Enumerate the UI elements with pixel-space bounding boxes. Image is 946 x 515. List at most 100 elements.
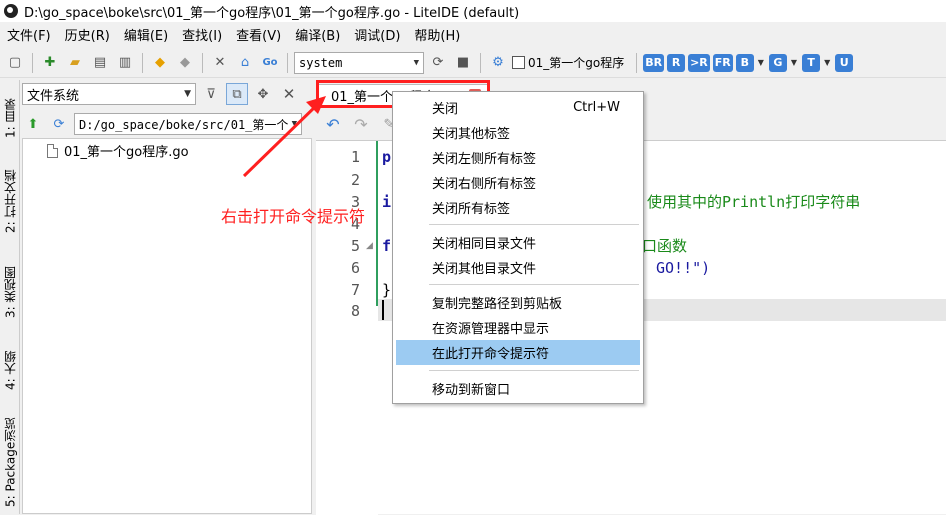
get-button[interactable]: G [768,53,787,72]
menu-item-label: 关闭相同目录文件 [432,237,537,252]
fold-marker-icon[interactable]: ◢ [366,241,373,251]
file-run-button[interactable]: FR [712,53,733,72]
menu-item-shortcut: Ctrl+W [573,100,620,115]
menu-separator [429,370,639,371]
view-mode-select[interactable]: 文件系统 ▼ [22,83,196,105]
dock-tab-open-docs[interactable]: 2: 打开文档 [1,160,19,242]
golang-icon[interactable]: Go [259,52,281,74]
menu-item-label: 关闭所有标签 [432,202,511,217]
file-tree: 01_第一个go程序.go [22,138,312,514]
redo-icon[interactable]: ↷ [350,113,372,135]
menu-item-move-to-new-window[interactable]: 移动到新窗口 [396,376,640,401]
menu-separator [429,284,639,285]
menu-item-close-left[interactable]: 关闭左侧所有标签 [396,145,640,170]
refresh-icon[interactable]: ⟳ [48,113,70,135]
menu-build[interactable]: 编译(B) [288,25,347,44]
menu-item-open-command-prompt[interactable]: 在此打开命令提示符 [396,340,640,365]
code-comment-5: 口函数 [642,237,688,255]
tree-item[interactable]: 01_第一个go程序.go [47,141,189,160]
forward-icon[interactable]: ◆ [174,52,196,74]
code-line-6: GO!!") [656,259,711,277]
menu-item-close-right[interactable]: 关闭右侧所有标签 [396,170,640,195]
window-title: D:\go_space\boke\src\01_第一个go程序\01_第一个go… [24,5,520,21]
code-comment-3: ，使用其中的Println打印字符串 [632,193,861,211]
chevron-down-icon[interactable]: ▼ [758,58,764,67]
build-button[interactable]: B [735,53,754,72]
menu-view[interactable]: 查看(V) [229,25,288,44]
menu-item-close-other-dir[interactable]: 关闭其他目录文件 [396,255,640,280]
menu-item-close[interactable]: 关闭 Ctrl+W [396,95,640,120]
file-panel-header: 文件系统 ▼ ⊽ ⧉ ✥ ✕ [22,82,314,106]
menu-debug[interactable]: 调试(D) [347,25,407,44]
toolbar-divider [636,52,638,73]
gear-icon[interactable]: ⚙ [487,52,509,74]
target-checkbox[interactable] [512,56,525,69]
main-toolbar: ▢ ✚ ▰ ▤ ▥ ◆ ◆ ✕ ⌂ Go system ▼ ⟳ ■ ⚙ 01_第… [0,48,946,78]
dock-tab-package-browser[interactable]: 5: Package浏览 [1,410,19,514]
menu-item-close-others[interactable]: 关闭其他标签 [396,120,640,145]
move-icon[interactable]: ✥ [252,83,274,105]
menu-file[interactable]: 文件(F) [0,25,58,44]
menu-item-label: 关闭右侧所有标签 [432,177,537,192]
menu-item-close-all[interactable]: 关闭所有标签 [396,195,640,220]
path-row: ⬆ ⟳ D:/go_space/boke/src/01_第一个 ▼ [22,112,314,136]
menu-help[interactable]: 帮助(H) [407,25,467,44]
back-icon[interactable]: ◆ [149,52,171,74]
run-button[interactable]: R [667,53,686,72]
line-number: 7 [350,281,360,299]
chevron-down-icon[interactable]: ▼ [824,58,830,67]
tools-icon[interactable]: ✕ [209,52,231,74]
menu-item-copy-path[interactable]: 复制完整路径到剪贴板 [396,290,640,315]
view-mode-value: 文件系统 [27,88,80,104]
code-line-1: p [382,148,392,166]
menu-edit[interactable]: 编辑(E) [117,25,175,44]
toolbar-divider [32,52,33,73]
path-value: D:/go_space/boke/src/01_第一个 [79,117,289,132]
path-select[interactable]: D:/go_space/boke/src/01_第一个 ▼ [74,113,302,135]
environment-value: system [299,55,343,70]
menu-find[interactable]: 查找(I) [175,25,229,44]
up-arrow-icon[interactable]: ⬆ [22,113,44,135]
toolbar-divider [287,52,288,73]
menu-item-label: 关闭左侧所有标签 [432,152,537,167]
test-button[interactable]: T [802,53,821,72]
line-number: 1 [350,148,360,166]
file-system-panel: 文件系统 ▼ ⊽ ⧉ ✥ ✕ ⬆ ⟳ D:/go_space/boke/src/… [22,80,314,514]
filter-icon[interactable]: ⊽ [200,83,222,105]
sync-editor-icon[interactable]: ⧉ [226,83,248,105]
dock-tab-directory[interactable]: 1: 目录 [1,88,19,148]
menu-item-close-same-dir[interactable]: 关闭相同目录文件 [396,230,640,255]
menu-bar: 文件(F) 历史(R) 编辑(E) 查找(I) 查看(V) 编译(B) 调试(D… [0,23,946,45]
line-number: 8 [350,302,360,320]
line-number: 5 [350,237,360,255]
modified-lines-bar [376,141,378,306]
save-all-icon[interactable]: ▥ [114,52,136,74]
save-icon[interactable]: ▤ [89,52,111,74]
chevron-down-icon: ▼ [184,89,191,99]
chevron-down-icon[interactable]: ▼ [791,58,797,67]
close-icon[interactable]: ✕ [278,83,300,105]
update-button[interactable]: U [835,53,854,72]
new-project-icon[interactable]: ✚ [39,52,61,74]
code-line-5: f [382,237,392,255]
line-number: 2 [350,171,360,189]
new-file-icon[interactable]: ▢ [4,52,26,74]
dock-tab-class-view[interactable]: 3: 类视图 [1,256,19,328]
menu-item-show-in-explorer[interactable]: 在资源管理器中显示 [396,315,640,340]
undo-icon[interactable]: ↶ [322,113,344,135]
stop-icon[interactable]: ■ [452,52,474,74]
run-term-button[interactable]: >R [688,53,710,72]
dock-tab-outline[interactable]: 4: 大纲 [1,340,19,400]
left-dock: 1: 目录 2: 打开文档 3: 类视图 4: 大纲 5: Package浏览 [0,80,20,514]
liteide-logo-icon [4,4,18,18]
menu-history[interactable]: 历史(R) [58,25,117,44]
open-folder-icon[interactable]: ▰ [64,52,86,74]
tab-context-menu: 关闭 Ctrl+W 关闭其他标签 关闭左侧所有标签 关闭右侧所有标签 关闭所有标… [392,91,644,404]
build-run-button[interactable]: BR [643,53,665,72]
home-icon[interactable]: ⌂ [234,52,256,74]
text-cursor [382,300,384,320]
toolbar-divider [142,52,143,73]
refresh-icon[interactable]: ⟳ [427,52,449,74]
environment-select[interactable]: system ▼ [294,51,424,74]
line-number-gutter: 1 2 3 4 5 6 7 8 ◢ [316,141,378,515]
